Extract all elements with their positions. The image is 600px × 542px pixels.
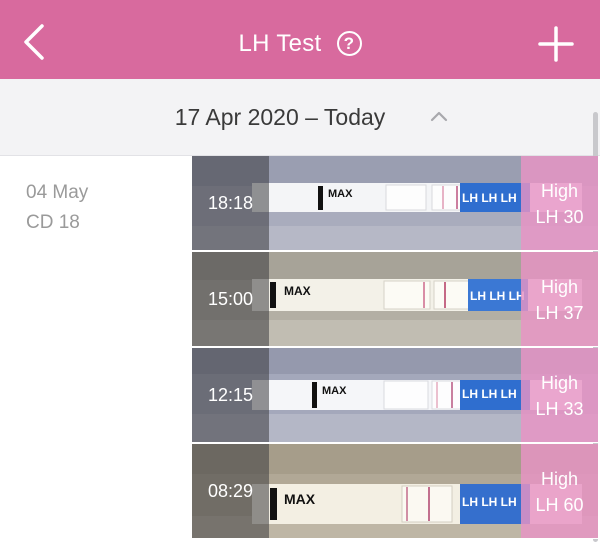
date-range-label: 17 Apr 2020 – Today <box>174 104 386 130</box>
day-info: 04 May CD 18 <box>26 178 88 238</box>
result-value: LH 30 <box>535 207 584 227</box>
strip-max-text: MAX <box>322 385 347 397</box>
strip-lh-text: LH LH LH <box>470 289 525 303</box>
strip-max-text: MAX <box>284 284 311 298</box>
test-time: 15:00 <box>192 252 269 346</box>
chevron-up-icon <box>430 111 448 122</box>
header-title-group: LH Test ? <box>0 28 600 60</box>
strip-lh-text: LH LH LH <box>462 387 517 401</box>
test-row[interactable]: MAX LH LH LH 18:18 High LH 30 <box>192 156 598 251</box>
add-plus-icon[interactable] <box>538 26 574 62</box>
page-title: LH Test <box>238 30 322 57</box>
result-badge: High LH 30 <box>521 156 598 250</box>
result-badge: High LH 37 <box>521 252 598 346</box>
result-value: LH 37 <box>535 303 584 323</box>
top-bar: LH Test ? <box>0 0 600 79</box>
help-icon[interactable]: ? <box>336 31 362 56</box>
test-time: 18:18 <box>192 156 269 250</box>
test-time: 08:29 <box>192 444 269 538</box>
test-time: 12:15 <box>192 348 269 442</box>
result-value: LH 33 <box>535 399 584 419</box>
strip-lh-text: LH LH LH <box>462 495 517 509</box>
result-badge: High LH 60 <box>521 444 598 538</box>
test-row[interactable]: MAX LH LH LH 08:29 High LH 60 <box>192 444 598 539</box>
test-row[interactable]: MAX LH LH LH 15:00 High LH 37 <box>192 252 598 347</box>
strip-max-text: MAX <box>328 188 353 200</box>
day-date: 04 May <box>26 182 89 203</box>
date-range-selector[interactable]: 17 Apr 2020 – Today <box>0 79 600 156</box>
result-level: High <box>540 181 579 201</box>
result-level: High <box>540 469 579 489</box>
cycle-day: CD 18 <box>26 212 80 233</box>
result-value: LH 60 <box>535 495 584 515</box>
result-badge: High LH 33 <box>521 348 598 442</box>
strip-max-text: MAX <box>284 491 316 507</box>
test-row[interactable]: MAX LH LH LH 12:15 High LH 33 <box>192 348 598 443</box>
result-level: High <box>540 277 579 297</box>
strip-lh-text: LH LH LH <box>462 191 517 205</box>
result-level: High <box>540 373 579 393</box>
